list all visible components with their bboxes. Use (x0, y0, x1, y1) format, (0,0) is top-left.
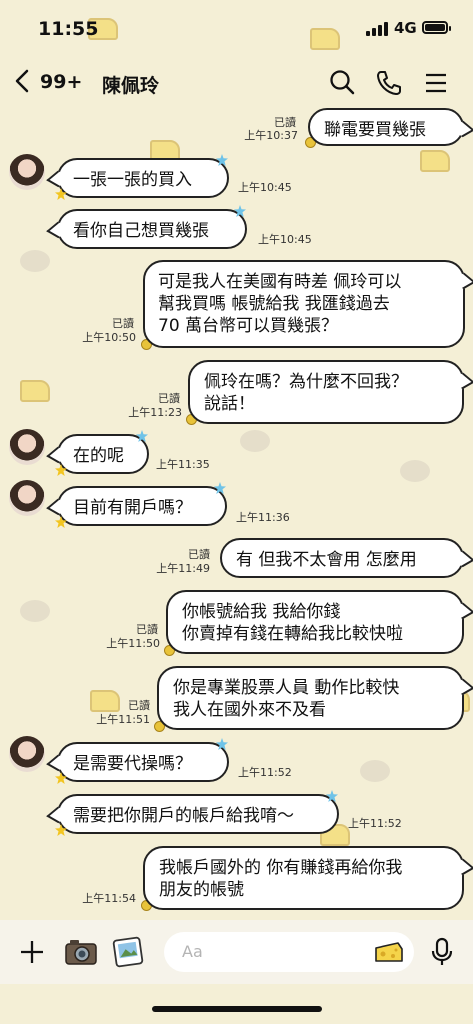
message-time: 上午11:50 (106, 637, 160, 650)
message-time: 上午10:45 (238, 181, 292, 194)
message-text: 目前有開戶嗎？ (73, 498, 192, 518)
photo-icon[interactable] (112, 936, 144, 968)
message-list[interactable]: 已讀 上午10:37 聯電要買幾張 一張一張的買入 上午10:45 看你自己想買… (0, 108, 473, 920)
message-text-line: 我人在國外來不及看 (173, 700, 326, 720)
message-text: 聯電要買幾張 (324, 120, 426, 140)
message-text-line: 你帳號給我 我給你錢 (182, 602, 341, 622)
message-bubble-received[interactable]: 一張一張的買入 (57, 158, 229, 198)
unread-count[interactable]: 99+ (40, 71, 82, 93)
message-bubble-sent[interactable]: 有 但我不太會用 怎麼用 (220, 538, 464, 578)
message-text-line: 幫我買嗎 帳號給我 我匯錢過去 (158, 294, 390, 314)
message-bubble-sent[interactable]: 我帳戶國外的 你有賺錢再給你我 朋友的帳號 (143, 846, 464, 910)
message-bubble-received[interactable]: 目前有開戶嗎？ (57, 486, 227, 526)
message-text-line: 我帳戶國外的 你有賺錢再給你我 (159, 858, 403, 878)
message-time: 上午11:35 (156, 458, 210, 471)
message-time: 上午10:37 (244, 129, 298, 142)
message-bubble-received[interactable]: 看你自己想買幾張 (57, 209, 247, 249)
status-time: 11:55 (38, 18, 99, 40)
contact-avatar[interactable] (9, 736, 45, 772)
message-text: 一張一張的買入 (73, 170, 192, 190)
star-icon (216, 738, 228, 750)
message-time: 上午11:36 (236, 511, 290, 524)
star-icon (55, 824, 67, 836)
star-icon (55, 464, 67, 476)
message-bubble-sent[interactable]: 佩玲在嗎？為什麼不回我？ 說話！ (188, 360, 464, 424)
message-bubble-sent[interactable]: 你是專業股票人員 動作比較快 我人在國外來不及看 (157, 666, 464, 730)
phone-icon[interactable] (374, 68, 404, 98)
chevron-left-icon[interactable] (14, 68, 30, 100)
home-indicator (152, 1006, 322, 1012)
hamburger-menu-icon[interactable] (422, 68, 452, 98)
read-receipt: 已讀 (158, 392, 180, 405)
read-receipt: 已讀 (274, 116, 296, 129)
message-text-line: 你賣掉有錢在轉給我比較快啦 (182, 624, 403, 644)
message-text-line: 朋友的帳號 (159, 880, 244, 900)
message-time: 上午11:51 (96, 713, 150, 726)
message-time: 上午11:49 (156, 562, 210, 575)
message-time: 上午11:52 (348, 817, 402, 830)
camera-icon[interactable] (64, 936, 97, 968)
message-text: 在的呢 (73, 446, 124, 466)
message-time: 上午11:52 (238, 766, 292, 779)
signal-bars-icon (366, 22, 388, 36)
message-text-line: 佩玲在嗎？為什麼不回我？ (204, 372, 408, 392)
contact-avatar[interactable] (9, 154, 45, 190)
star-icon (214, 482, 226, 494)
message-text: 看你自己想買幾張 (73, 221, 209, 241)
message-text: 需要把你開戶的帳戶給我唷～ (73, 806, 294, 826)
message-text-line: 70 萬台幣可以買幾張？ (158, 316, 339, 336)
star-icon (326, 790, 338, 802)
contact-avatar[interactable] (9, 429, 45, 465)
contact-name[interactable]: 陳佩玲 (102, 71, 159, 98)
message-bubble-sent[interactable]: 你帳號給我 我給你錢 你賣掉有錢在轉給我比較快啦 (166, 590, 464, 654)
message-time: 上午11:54 (82, 892, 136, 905)
star-icon (136, 430, 148, 442)
message-input-placeholder: Aa (182, 942, 203, 961)
status-bar: 11:55 4G (0, 0, 473, 54)
message-bubble-received[interactable]: 需要把你開戶的帳戶給我唷～ (57, 794, 339, 834)
message-time: 上午10:50 (82, 331, 136, 344)
microphone-icon[interactable] (426, 936, 458, 968)
read-receipt: 已讀 (128, 699, 150, 712)
star-icon (55, 188, 67, 200)
message-time: 上午10:45 (258, 233, 312, 246)
plus-icon[interactable] (16, 936, 48, 968)
message-input-bar: Aa (0, 920, 473, 984)
message-bubble-received[interactable]: 是需要代操嗎？ (57, 742, 229, 782)
star-icon (55, 516, 67, 528)
read-receipt: 已讀 (136, 623, 158, 636)
search-icon[interactable] (328, 68, 358, 98)
contact-avatar[interactable] (9, 480, 45, 516)
message-bubble-sent[interactable]: 可是我人在美國有時差 佩玲可以 幫我買嗎 帳號給我 我匯錢過去 70 萬台幣可以… (143, 260, 465, 348)
message-text-line: 說話！ (204, 394, 255, 414)
read-receipt: 已讀 (188, 548, 210, 561)
message-bubble-sent[interactable]: 聯電要買幾張 (308, 108, 464, 146)
read-receipt: 已讀 (112, 317, 134, 330)
star-icon (216, 154, 228, 166)
star-icon (234, 205, 246, 217)
message-text-line: 你是專業股票人員 動作比較快 (173, 678, 400, 698)
message-input[interactable]: Aa (164, 932, 414, 972)
star-icon (55, 772, 67, 784)
network-type: 4G (394, 19, 417, 37)
message-time: 上午11:23 (128, 406, 182, 419)
chat-header: 99+ 陳佩玲 (0, 58, 473, 110)
cheese-sticker-icon[interactable] (374, 939, 404, 965)
message-text-line: 可是我人在美國有時差 佩玲可以 (158, 272, 402, 292)
battery-icon (422, 21, 451, 34)
message-text: 是需要代操嗎？ (73, 754, 192, 774)
message-text: 有 但我不太會用 怎麼用 (236, 550, 417, 570)
